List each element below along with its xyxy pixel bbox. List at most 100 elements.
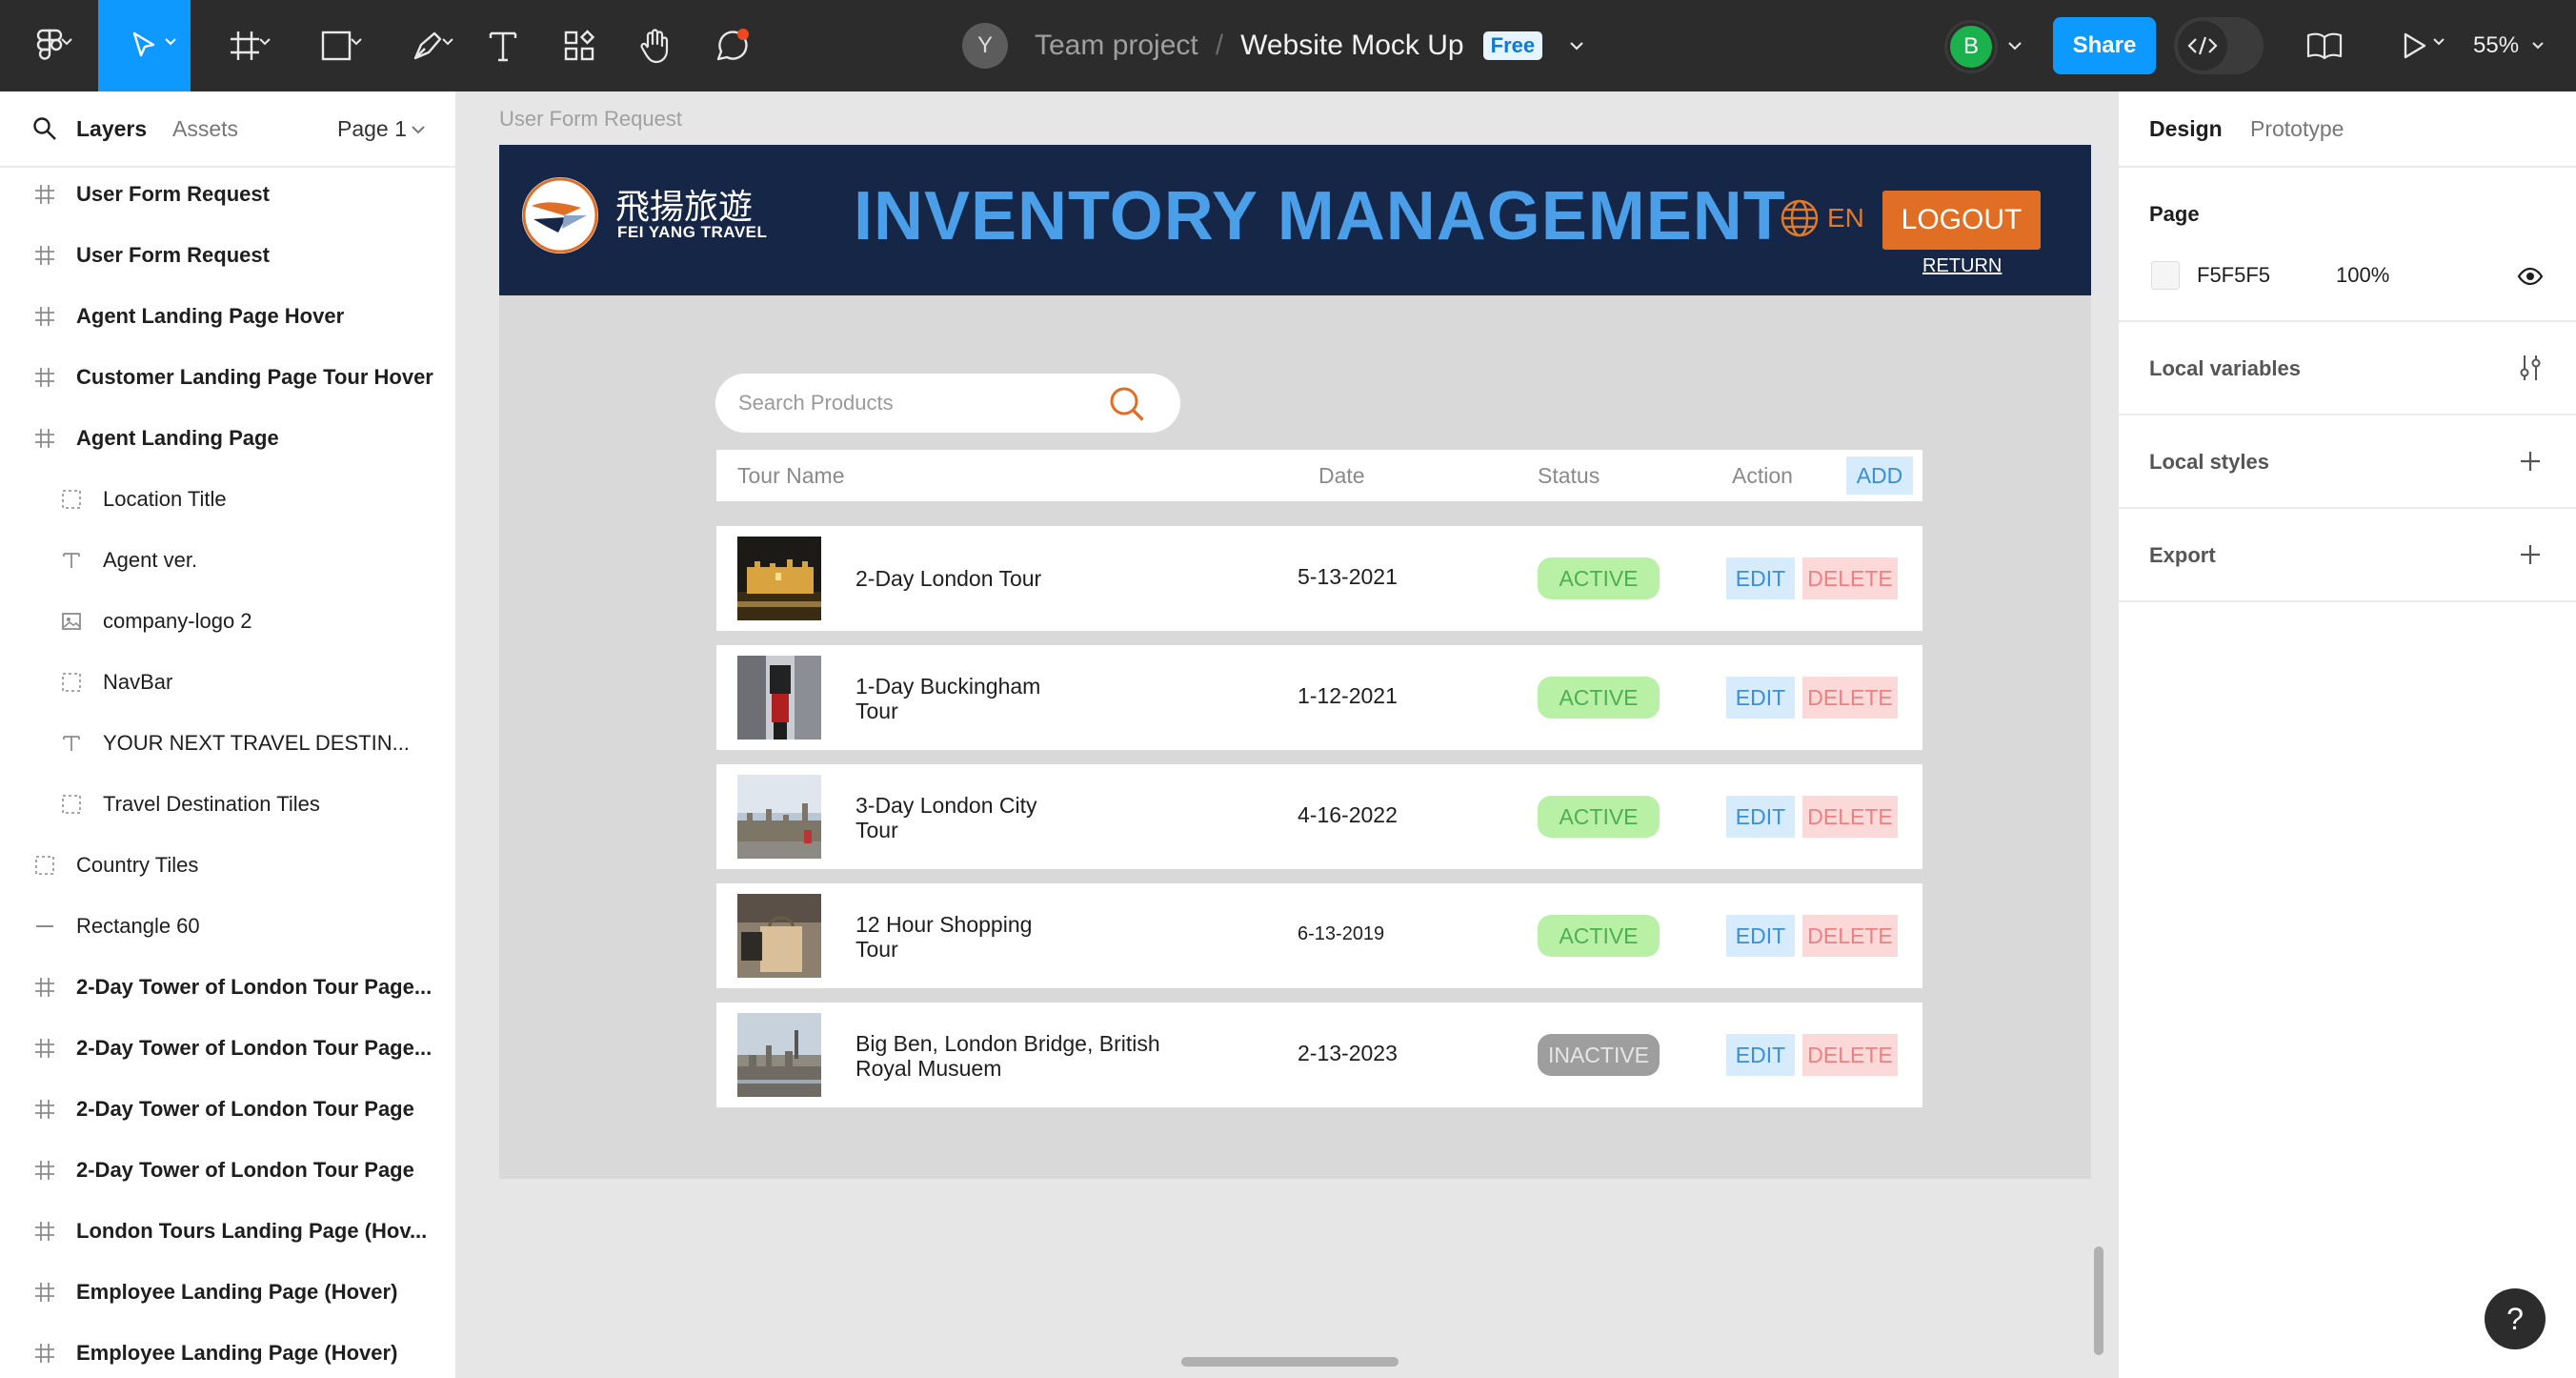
dev-mode-toggle[interactable] (2174, 17, 2264, 74)
edit-button[interactable]: EDIT (1726, 796, 1795, 838)
layer-item[interactable]: Employee Landing Page (Hover) (0, 1262, 455, 1323)
search-layers-icon[interactable] (32, 116, 57, 146)
layer-item[interactable]: 2-Day Tower of London Tour Page... (0, 1018, 455, 1079)
tab-design[interactable]: Design (2149, 116, 2223, 142)
vertical-scrollbar[interactable] (2094, 1246, 2103, 1355)
tab-layers[interactable]: Layers (76, 116, 147, 142)
status-badge: ACTIVE (1538, 915, 1660, 957)
hand-tool-icon[interactable] (633, 0, 678, 91)
delete-button[interactable]: DELETE (1802, 796, 1898, 838)
multiplayer-chevron-icon[interactable] (2008, 42, 2022, 51)
add-export-plus-icon[interactable] (2517, 541, 2544, 568)
layer-frame-icon (32, 1280, 57, 1305)
edit-button[interactable]: EDIT (1726, 1034, 1795, 1076)
figma-menu-icon[interactable] (19, 0, 80, 91)
return-link[interactable]: RETURN (1922, 255, 2002, 277)
layer-item[interactable]: Rectangle 60 (0, 896, 455, 957)
layer-item[interactable]: Customer Landing Page Tour Hover (0, 347, 455, 408)
comment-tool-icon[interactable] (709, 0, 755, 91)
layer-item[interactable]: Agent Landing Page (0, 408, 455, 469)
layer-name: Customer Landing Page Tour Hover (76, 365, 433, 389)
layer-item[interactable]: 2-Day Tower of London Tour Page (0, 1079, 455, 1140)
present-icon[interactable] (2382, 0, 2446, 91)
delete-button[interactable]: DELETE (1802, 557, 1898, 599)
tab-prototype[interactable]: Prototype (2250, 116, 2344, 142)
design-frame[interactable]: 飛揚旅遊 FEI YANG TRAVEL INVENTORY MANAGEMEN… (499, 145, 2091, 1179)
zoom-level[interactable]: 55% (2473, 0, 2544, 91)
language-switch[interactable]: EN (1780, 198, 1864, 238)
layer-name: Agent Landing Page (76, 426, 279, 450)
team-avatar[interactable]: Y (962, 23, 1008, 69)
edit-button[interactable]: EDIT (1726, 557, 1795, 599)
page-color-swatch[interactable] (2151, 261, 2180, 290)
horizontal-scrollbar[interactable] (1181, 1357, 1399, 1367)
text-tool-icon[interactable] (480, 0, 526, 91)
edit-button[interactable]: EDIT (1726, 915, 1795, 957)
table-row[interactable]: 3-Day London City Tour 4-16-2022 ACTIVE EDIT… (716, 764, 1922, 869)
layer-item[interactable]: London Tours Landing Page (Hov... (0, 1201, 455, 1262)
add-style-plus-icon[interactable] (2517, 448, 2544, 475)
variables-settings-icon[interactable] (2517, 355, 2544, 381)
layer-item[interactable]: Employee Landing Page (Hover) (0, 1323, 455, 1378)
tab-assets[interactable]: Assets (172, 116, 238, 142)
rectangle-tool-icon[interactable] (303, 0, 370, 91)
layer-item[interactable]: Travel Destination Tiles (0, 774, 455, 835)
layers-panel: Layers Assets Page 1 User Form Request Us… (0, 91, 457, 1378)
table-row[interactable]: 1-Day Buckingham Tour 1-12-2021 ACTIVE EDIT D… (716, 645, 1922, 750)
logo-chinese-text: 飛揚旅遊 (615, 188, 754, 227)
breadcrumb-separator: / (1215, 30, 1224, 61)
frame-label[interactable]: User Form Request (499, 107, 682, 132)
help-button[interactable]: ? (2485, 1288, 2546, 1349)
layer-item[interactable]: 2-Day Tower of London Tour Page... (0, 957, 455, 1018)
file-menu-chevron-icon[interactable] (1569, 41, 1584, 51)
tour-name-line: 2-Day London Tour (855, 566, 1042, 591)
search-icon[interactable] (1108, 385, 1146, 428)
table-header: Tour Name Date Status Action ADD (716, 450, 1922, 501)
delete-button[interactable]: DELETE (1802, 915, 1898, 957)
delete-button[interactable]: DELETE (1802, 1034, 1898, 1076)
tour-thumbnail (737, 775, 821, 859)
search-products-field[interactable]: Search Products (715, 374, 1180, 433)
layer-item[interactable]: User Form Request (0, 164, 455, 225)
layer-name: User Form Request (76, 243, 270, 267)
tour-thumbnail (737, 894, 821, 978)
layer-item[interactable]: 2-Day Tower of London Tour Page (0, 1140, 455, 1201)
move-tool-icon[interactable] (98, 0, 191, 91)
table-row[interactable]: Big Ben, London Bridge, British Royal Mus… (716, 1003, 1922, 1107)
layer-name: NavBar (103, 670, 173, 694)
layer-frame-icon (32, 975, 57, 1000)
header-date: Date (1318, 463, 1365, 488)
layer-frame-icon (32, 1097, 57, 1122)
delete-button[interactable]: DELETE (1802, 677, 1898, 719)
frame-tool-icon[interactable] (211, 0, 278, 91)
logout-button[interactable]: LOGOUT (1882, 191, 2041, 250)
layer-item[interactable]: company-logo 2 (0, 591, 455, 652)
layer-name: Employee Landing Page (Hover) (76, 1341, 398, 1365)
share-button[interactable]: Share (2053, 17, 2156, 74)
page-opacity[interactable]: 100% (2336, 263, 2389, 288)
team-name[interactable]: Team project (1035, 30, 1198, 62)
user-avatar[interactable]: B (1947, 23, 1995, 71)
layer-frame-icon (32, 1158, 57, 1183)
add-button[interactable]: ADD (1846, 456, 1913, 495)
layer-item[interactable]: Agent ver. (0, 530, 455, 591)
layer-item[interactable]: Agent Landing Page Hover (0, 286, 455, 347)
page-color-hex[interactable]: F5F5F5 (2197, 263, 2270, 288)
table-row[interactable]: 12 Hour Shopping Tour 6-13-2019 ACTIVE EDIT D… (716, 883, 1922, 988)
layer-item[interactable]: Country Tiles (0, 835, 455, 896)
layer-line-icon (32, 914, 57, 939)
layer-item[interactable]: Location Title (0, 469, 455, 530)
resources-icon[interactable] (556, 0, 602, 91)
edit-button[interactable]: EDIT (1726, 677, 1795, 719)
local-variables-label[interactable]: Local variables (2149, 356, 2301, 381)
eye-icon[interactable] (2517, 263, 2544, 290)
layer-item[interactable]: User Form Request (0, 225, 455, 286)
layer-item[interactable]: NavBar (0, 652, 455, 713)
pen-tool-icon[interactable] (394, 0, 461, 91)
page-select[interactable]: Page 1 (337, 116, 407, 142)
library-icon[interactable] (2300, 0, 2349, 91)
layer-item[interactable]: YOUR NEXT TRAVEL DESTIN... (0, 713, 455, 774)
table-row[interactable]: 2-Day London Tour 5-13-2021 ACTIVE EDIT DELE… (716, 526, 1922, 631)
file-name[interactable]: Website Mock Up (1240, 30, 1464, 62)
status-badge: ACTIVE (1538, 557, 1660, 599)
